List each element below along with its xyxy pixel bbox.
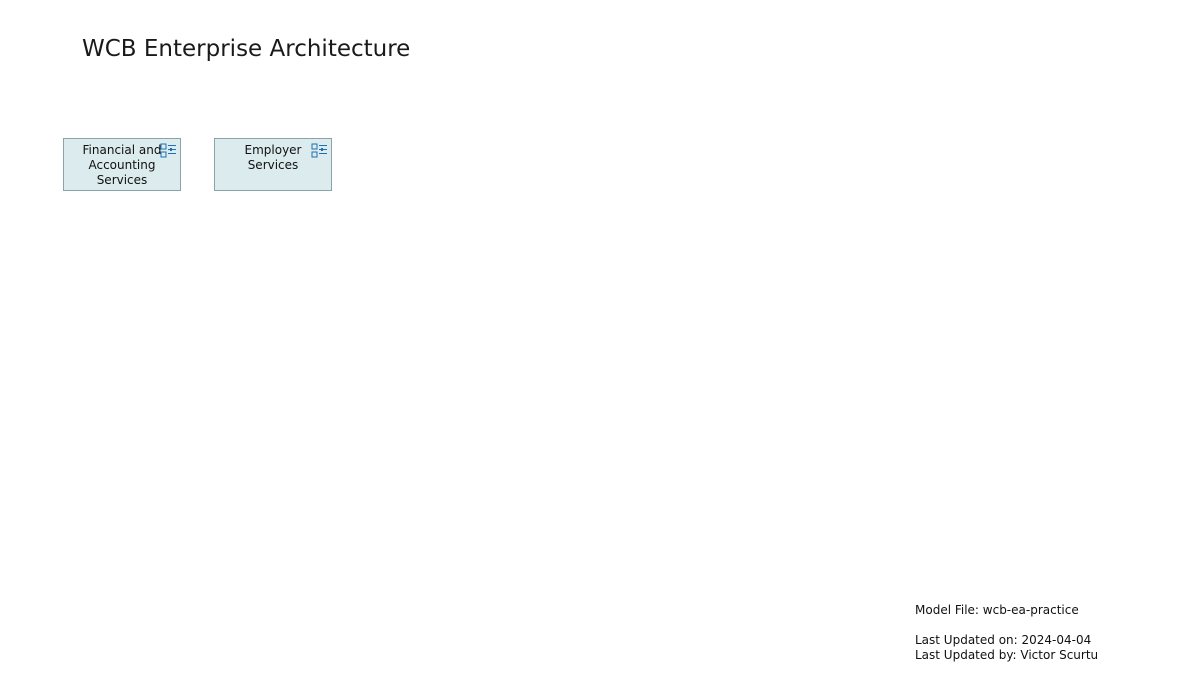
last-updated-on-text: Last Updated on: 2024-04-04 [915,633,1092,647]
last-updated-by-text: Last Updated by: Victor Scurtu [915,648,1099,662]
footer-spacer [915,618,1098,633]
business-service-component-icon [311,143,327,158]
element-financial-and-accounting-services[interactable]: Financial and Accounting Services [63,138,181,191]
element-employer-services[interactable]: Employer Services [214,138,332,191]
business-service-component-icon [160,143,176,158]
diagram-title: WCB Enterprise Architecture [82,36,411,62]
model-file-text: Model File: wcb-ea-practice [915,603,1079,617]
element-label: Financial and Accounting Services [82,143,162,187]
model-info-footer: Model File: wcb-ea-practice Last Updated… [915,603,1098,663]
element-label: Employer Services [244,143,302,172]
